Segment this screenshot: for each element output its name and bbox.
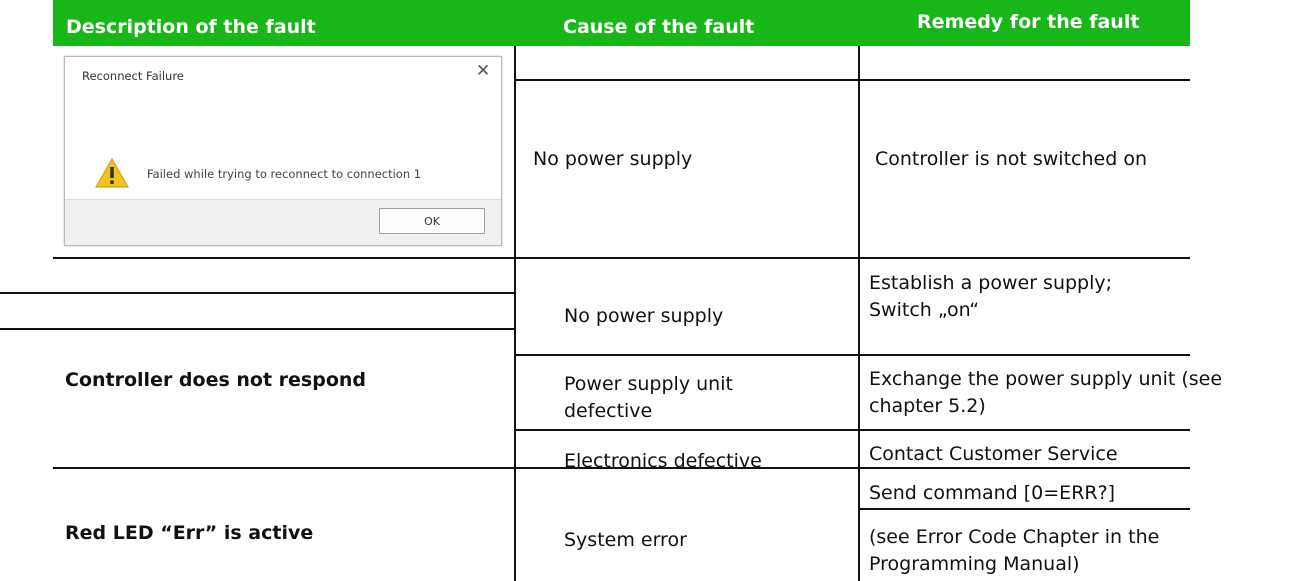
row-divider xyxy=(514,79,1190,81)
row-divider xyxy=(0,328,514,330)
controller-remedy-2b: chapter 5.2) xyxy=(869,395,986,417)
red-led-cause: System error xyxy=(564,529,687,551)
header-cause: Cause of the fault xyxy=(563,16,755,38)
controller-cause-2a: Power supply unit xyxy=(564,373,733,395)
warning-icon xyxy=(95,158,129,188)
controller-remedy-1b: Switch „on“ xyxy=(869,299,980,321)
row-divider xyxy=(514,429,1190,431)
header-remedy: Remedy for the fault xyxy=(917,11,1140,33)
controller-cause-2b: defective xyxy=(564,400,653,422)
red-led-remedy-2a: (see Error Code Chapter in the xyxy=(869,526,1160,548)
red-led-remedy-2b: Programming Manual) xyxy=(869,553,1080,575)
dialog-title: Reconnect Failure xyxy=(82,69,184,83)
controller-description: Controller does not respond xyxy=(65,369,367,391)
header-description: Description of the fault xyxy=(66,16,316,38)
row-divider xyxy=(858,508,1190,510)
reconnect-cause: No power supply xyxy=(533,148,693,170)
controller-remedy-1a: Establish a power supply; xyxy=(869,272,1113,294)
controller-remedy-3: Contact Customer Service xyxy=(869,443,1118,465)
controller-cause-1: No power supply xyxy=(564,305,724,327)
column-divider-left xyxy=(514,46,516,581)
row-divider xyxy=(53,257,1190,259)
red-led-description: Red LED “Err” is active xyxy=(65,522,314,544)
controller-cause-3: Electronics defective xyxy=(564,450,762,472)
reconnect-failure-dialog: Reconnect Failure ✕ Failed while trying … xyxy=(64,56,502,246)
column-divider-right xyxy=(858,46,860,581)
row-divider xyxy=(514,354,1190,356)
row-divider xyxy=(0,292,514,294)
row-divider xyxy=(53,467,1190,469)
reconnect-remedy: Controller is not switched on xyxy=(875,148,1147,170)
red-led-remedy-1: Send command [0=ERR?] xyxy=(869,482,1116,504)
fault-table-page: Description of the fault Cause of the fa… xyxy=(0,0,1289,581)
controller-remedy-2a: Exchange the power supply unit (see xyxy=(869,368,1223,390)
ok-button[interactable]: OK xyxy=(379,208,485,234)
dialog-message: Failed while trying to reconnect to conn… xyxy=(147,167,422,181)
close-icon[interactable]: ✕ xyxy=(476,63,490,80)
